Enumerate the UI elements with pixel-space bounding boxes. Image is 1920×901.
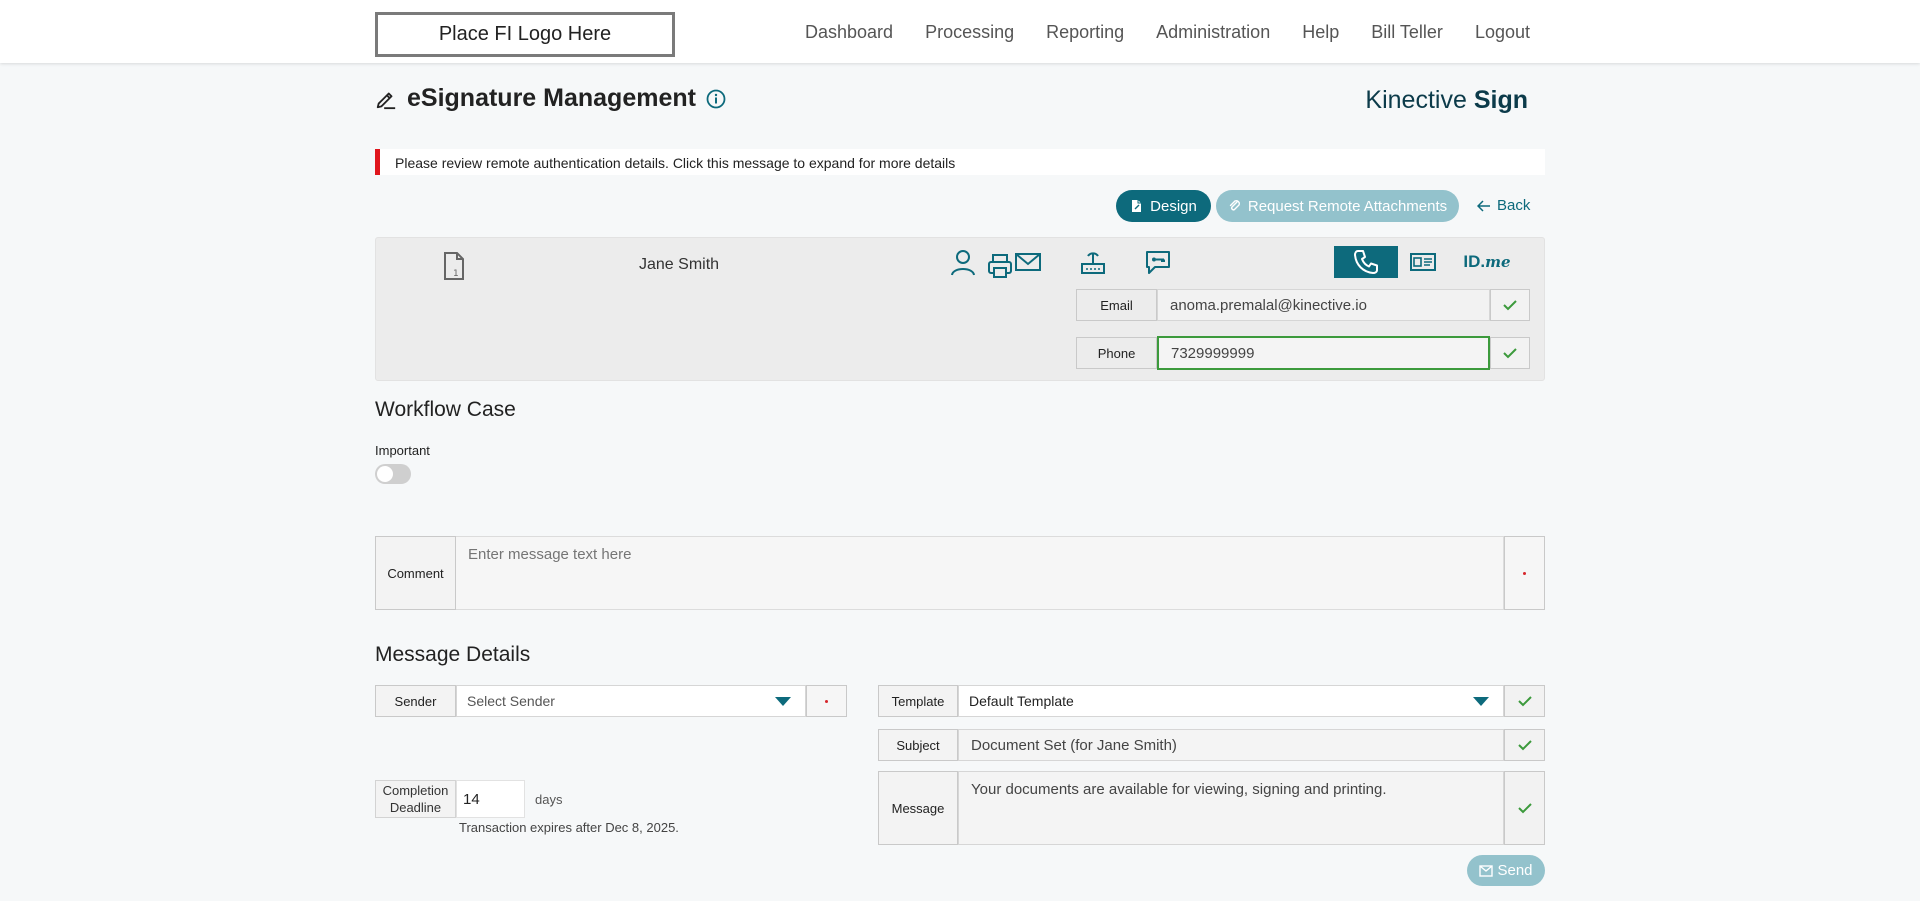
info-icon[interactable] bbox=[706, 89, 726, 109]
comment-input[interactable] bbox=[456, 536, 1504, 610]
required-dot bbox=[1523, 571, 1526, 575]
auth-person-icon[interactable] bbox=[931, 246, 995, 278]
nav-logout[interactable]: Logout bbox=[1475, 22, 1530, 43]
checkmark-icon bbox=[1503, 348, 1517, 359]
nav-administration[interactable]: Administration bbox=[1156, 22, 1270, 43]
page-title: eSignature Management bbox=[407, 84, 696, 112]
remote-auth-alert[interactable]: Please review remote authentication deta… bbox=[375, 149, 1545, 175]
subject-label: Subject bbox=[878, 729, 958, 761]
document-icon[interactable]: 1 bbox=[442, 252, 466, 280]
template-select[interactable]: Default Template bbox=[958, 685, 1504, 717]
nav-processing[interactable]: Processing bbox=[925, 22, 1014, 43]
important-toggle[interactable] bbox=[375, 464, 411, 484]
page-title-row: eSignature Management bbox=[375, 84, 726, 113]
document-edit-icon bbox=[1132, 200, 1142, 212]
phone-label: Phone bbox=[1076, 337, 1157, 369]
svg-text:1: 1 bbox=[453, 269, 459, 279]
deadline-unit: days bbox=[535, 792, 563, 807]
message-textarea[interactable]: Your documents are available for viewing… bbox=[958, 771, 1504, 845]
envelope-icon bbox=[1479, 864, 1494, 877]
subject-valid-check bbox=[1504, 729, 1545, 761]
auth-idme-logo[interactable]: ID.me bbox=[1455, 246, 1519, 278]
checkmark-icon bbox=[1517, 740, 1532, 751]
nav-dashboard[interactable]: Dashboard bbox=[805, 22, 893, 43]
completion-deadline-label: Completion Deadline bbox=[375, 780, 456, 818]
checkmark-icon bbox=[1503, 300, 1517, 311]
idme-logo: ID.me bbox=[1463, 252, 1511, 271]
request-remote-attachments-button[interactable]: Request Remote Attachments bbox=[1216, 190, 1459, 222]
checkmark-icon bbox=[1517, 803, 1532, 814]
arrow-left-icon bbox=[1477, 199, 1490, 212]
sender-select[interactable]: Select Sender bbox=[456, 685, 806, 717]
comment-required-indicator bbox=[1504, 536, 1545, 610]
sender-required-indicator bbox=[806, 685, 847, 717]
signer-panel: 1 Jane Smith ID.me Email anoma.premalal@… bbox=[375, 237, 1545, 381]
paperclip-icon bbox=[1229, 200, 1240, 211]
auth-chat-key-icon[interactable] bbox=[1126, 246, 1190, 278]
auth-router-icon[interactable] bbox=[1061, 246, 1125, 278]
template-label: Template bbox=[878, 685, 958, 717]
email-valid-check bbox=[1490, 289, 1530, 321]
message-details-title: Message Details bbox=[375, 643, 531, 666]
completion-deadline-input[interactable]: 14 bbox=[456, 780, 525, 818]
nav-reporting[interactable]: Reporting bbox=[1046, 22, 1124, 43]
chat-key-icon bbox=[1146, 251, 1170, 274]
back-link[interactable]: Back bbox=[1477, 197, 1530, 214]
nav-user-bill-teller[interactable]: Bill Teller bbox=[1371, 22, 1443, 43]
envelope-icon bbox=[1015, 253, 1041, 271]
phone-valid-check bbox=[1490, 337, 1530, 369]
auth-email-icon[interactable] bbox=[996, 246, 1060, 278]
router-icon bbox=[1081, 252, 1105, 274]
auth-phone-icon-active[interactable] bbox=[1334, 246, 1398, 278]
message-valid-check bbox=[1504, 771, 1545, 845]
nav-help[interactable]: Help bbox=[1302, 22, 1339, 43]
chevron-down-icon bbox=[775, 697, 791, 706]
signer-name: Jane Smith bbox=[639, 256, 720, 273]
transaction-expiry-text: Transaction expires after Dec 8, 2025. bbox=[459, 820, 679, 835]
pen-signature-icon bbox=[376, 92, 396, 109]
kinective-sign-brand: Kinective Sign bbox=[1365, 86, 1528, 114]
phone-icon bbox=[1354, 250, 1378, 274]
required-dot bbox=[825, 699, 828, 703]
message-label: Message bbox=[878, 771, 958, 845]
send-button[interactable]: Send bbox=[1467, 855, 1545, 886]
person-icon bbox=[951, 250, 975, 276]
phone-field[interactable]: 7329999999 bbox=[1157, 336, 1490, 370]
fi-logo-placeholder: Place FI Logo Here bbox=[375, 12, 675, 57]
comment-label: Comment bbox=[375, 536, 456, 610]
top-navigation-bar: Place FI Logo Here Dashboard Processing … bbox=[0, 0, 1920, 63]
subject-field[interactable]: Document Set (for Jane Smith) bbox=[958, 729, 1504, 761]
design-button[interactable]: Design bbox=[1116, 190, 1211, 222]
checkmark-icon bbox=[1517, 696, 1532, 707]
id-card-icon bbox=[1410, 253, 1436, 271]
chevron-down-icon bbox=[1473, 697, 1489, 706]
sender-label: Sender bbox=[375, 685, 456, 717]
workflow-case-title: Workflow Case bbox=[375, 398, 516, 421]
email-label: Email bbox=[1076, 289, 1157, 321]
template-valid-check bbox=[1504, 685, 1545, 717]
main-nav: Dashboard Processing Reporting Administr… bbox=[773, 22, 1530, 43]
auth-id-card-icon[interactable] bbox=[1391, 246, 1455, 278]
important-label: Important bbox=[375, 443, 430, 458]
email-field[interactable]: anoma.premalal@kinective.io bbox=[1157, 289, 1490, 321]
